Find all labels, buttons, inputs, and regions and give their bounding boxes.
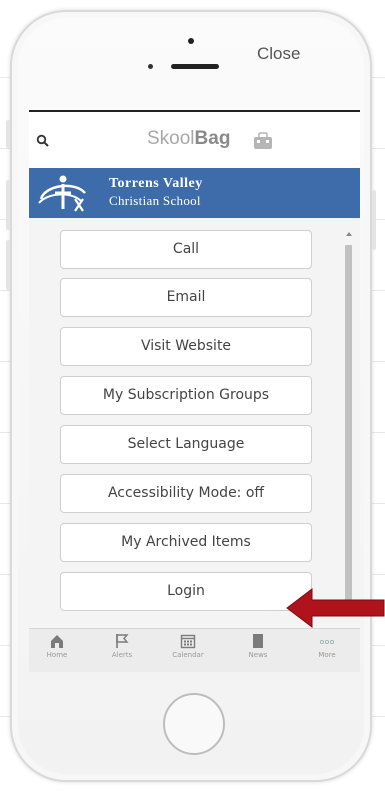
subscription-groups-button[interactable]: My Subscription Groups [60,376,312,415]
speaker-icon [171,64,219,69]
tab-alerts-label: Alerts [111,651,133,659]
search-icon[interactable] [36,134,50,148]
tab-more[interactable]: More [302,633,352,671]
phone-home-button[interactable] [163,693,225,755]
brand-light-text: Skool [147,128,195,149]
calendar-icon [180,634,196,649]
camera-icon [188,38,194,44]
menu-list: Call Email Visit Website My Subscription… [29,218,360,628]
schoolbag-logo-icon [254,132,272,149]
call-button[interactable]: Call [60,230,312,269]
visit-website-button[interactable]: Visit Website [60,327,312,366]
news-icon [253,634,263,648]
red-arrow-icon [286,587,385,629]
sensor-icon [148,64,153,69]
login-button[interactable]: Login [60,572,312,611]
scrollbar-thumb[interactable] [345,245,352,603]
phone-volume-up [6,180,10,230]
school-logo-icon [38,175,86,212]
scroll-up-arrow-icon[interactable] [346,232,352,236]
phone-power-button [372,190,376,250]
close-button[interactable]: Close [257,44,300,64]
home-icon [51,635,63,648]
flag-icon [116,634,129,648]
tab-alerts[interactable]: Alerts [97,633,147,671]
brand-bold-text: Bag [194,128,231,149]
phone-side-button [6,120,10,148]
phone-volume-down [6,240,10,290]
bottom-tab-bar: Home Alerts Calendar News More [29,628,360,672]
more-icon [319,640,334,645]
app-header: SkoolBag [29,112,360,168]
email-button[interactable]: Email [60,278,312,317]
accessibility-mode-button[interactable]: Accessibility Mode: off [60,474,312,513]
tab-calendar[interactable]: Calendar [163,633,213,671]
tab-news[interactable]: News [233,633,283,671]
tab-home-label: Home [46,651,68,659]
tab-calendar-label: Calendar [172,651,204,659]
select-language-button[interactable]: Select Language [60,425,312,464]
school-name-line2: Christian School [109,193,201,208]
tab-news-label: News [248,651,268,659]
school-banner: Torrens Valley Christian School [29,168,360,218]
archived-items-button[interactable]: My Archived Items [60,523,312,562]
app-brand: SkoolBag [147,128,230,150]
tab-home[interactable]: Home [32,633,82,671]
tab-more-label: More [318,651,336,659]
school-name-line1: Torrens Valley [109,176,203,191]
